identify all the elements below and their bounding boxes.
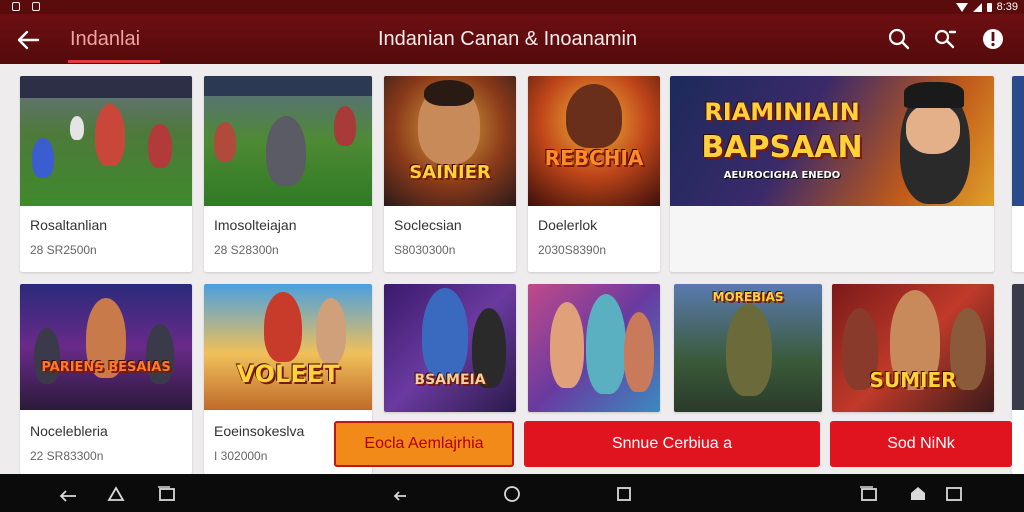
content-grid: Rosaltanlian 28 SR2500n Imosolteiajan 28… [0,64,1024,474]
back-icon[interactable] [390,484,410,502]
game-thumbnail [528,284,660,412]
app-bar: Indanlai Indanian Canan & Inoanamin [0,14,1024,64]
game-art-title: PARIENS BESAIAS [41,360,171,375]
card-title: Rosaltanlian [30,217,108,233]
game-thumbnail: MOREBIAS [674,284,822,412]
banner-art: RIAMINIAIN BAPSAAN AEUROCIGHA ENEDO [670,76,994,206]
wifi-icon [955,2,968,12]
tab-indicator [68,60,160,63]
game-card[interactable]: MOREBIAS [674,284,822,412]
banner-line3: AEUROCIGHA ENEDO [723,170,841,181]
game-card[interactable]: Rosaltanlian 28 SR2500n [20,76,192,272]
back-arrow-icon[interactable] [14,26,42,54]
game-card[interactable] [528,284,660,412]
game-art-title: SUMIER [869,368,957,392]
game-thumbnail [204,76,372,206]
secondary-action-button[interactable]: Snnue Cerbiua a [524,421,820,467]
game-card[interactable]: PARIENS BESAIAS Nocelebleria 22 SR83300n [20,284,192,474]
info-icon[interactable] [980,26,1006,52]
tertiary-action-button[interactable]: Sod NiNk [830,421,1012,467]
card-subtitle: I 302000n [214,449,268,463]
offscreen-card[interactable] [1012,284,1024,474]
home-icon[interactable] [908,484,928,502]
status-icons: 8:39 [955,0,1018,14]
game-card[interactable]: REBCHIA Doelerlok 2030S8390n [528,76,660,272]
offscreen-card[interactable] [1012,76,1024,272]
game-thumbnail: PARIENS BESAIAS [20,284,192,410]
recents-icon[interactable] [156,484,176,502]
card-title: Soclecsian [394,217,462,233]
game-thumbnail [1012,76,1024,206]
game-art-title: SAINIER [409,162,491,183]
card-subtitle: 28 S28300n [214,243,279,257]
game-thumbnail: SAINIER [384,76,516,206]
battery-icon [986,2,992,12]
back-icon[interactable] [58,484,78,502]
circle-home-icon[interactable] [502,484,522,502]
recents-icon[interactable] [858,484,878,502]
game-card[interactable]: Imosolteiajan 28 S28300n [204,76,372,272]
game-art-title: VOLEET [236,360,340,388]
system-nav-bar [0,474,1024,512]
page-title: Indanian Canan & Inoanamin [378,28,638,50]
game-thumbnail: BSAMEIA [384,284,516,412]
recents-icon[interactable] [944,484,964,502]
game-card[interactable]: BSAMEIA [384,284,516,412]
notification-icon [32,2,40,11]
recents-icon[interactable] [614,484,634,502]
game-thumbnail: VOLEET [204,284,372,410]
card-title: Doelerlok [538,217,598,233]
card-subtitle: 22 SR83300n [30,449,104,463]
game-art-title: REBCHIA [544,146,644,170]
game-thumbnail [1012,284,1024,410]
signal-icon [972,2,982,12]
card-title: Eoeinsokeslva [214,423,305,439]
game-thumbnail: REBCHIA [528,76,660,206]
primary-action-button[interactable]: Eocla Aemlajrhia [334,421,514,467]
game-card[interactable]: SUMIER [832,284,994,412]
game-card[interactable]: SAINIER Soclecsian S8030300n [384,76,516,272]
card-subtitle: 28 SR2500n [30,243,97,257]
tab-active[interactable]: Indanlai [70,28,140,51]
status-time: 8:39 [996,1,1018,13]
game-thumbnail: SUMIER [832,284,994,412]
search-alt-icon[interactable] [932,26,958,52]
card-subtitle: S8030300n [394,243,456,257]
card-subtitle: 2030S8390n [538,243,607,257]
game-art-title: MOREBIAS [712,290,784,304]
banner-line2: BAPSAAN [701,130,863,165]
featured-banner[interactable]: RIAMINIAIN BAPSAAN AEUROCIGHA ENEDO [670,76,994,272]
notification-icon [12,2,20,11]
home-icon[interactable] [106,484,126,502]
game-art-title: BSAMEIA [414,372,486,388]
search-icon[interactable] [886,26,912,52]
game-thumbnail [20,76,192,206]
card-title: Nocelebleria [30,423,108,439]
status-bar: 8:39 [0,0,1024,14]
banner-line1: RIAMINIAIN [704,98,860,126]
card-title: Imosolteiajan [214,217,297,233]
